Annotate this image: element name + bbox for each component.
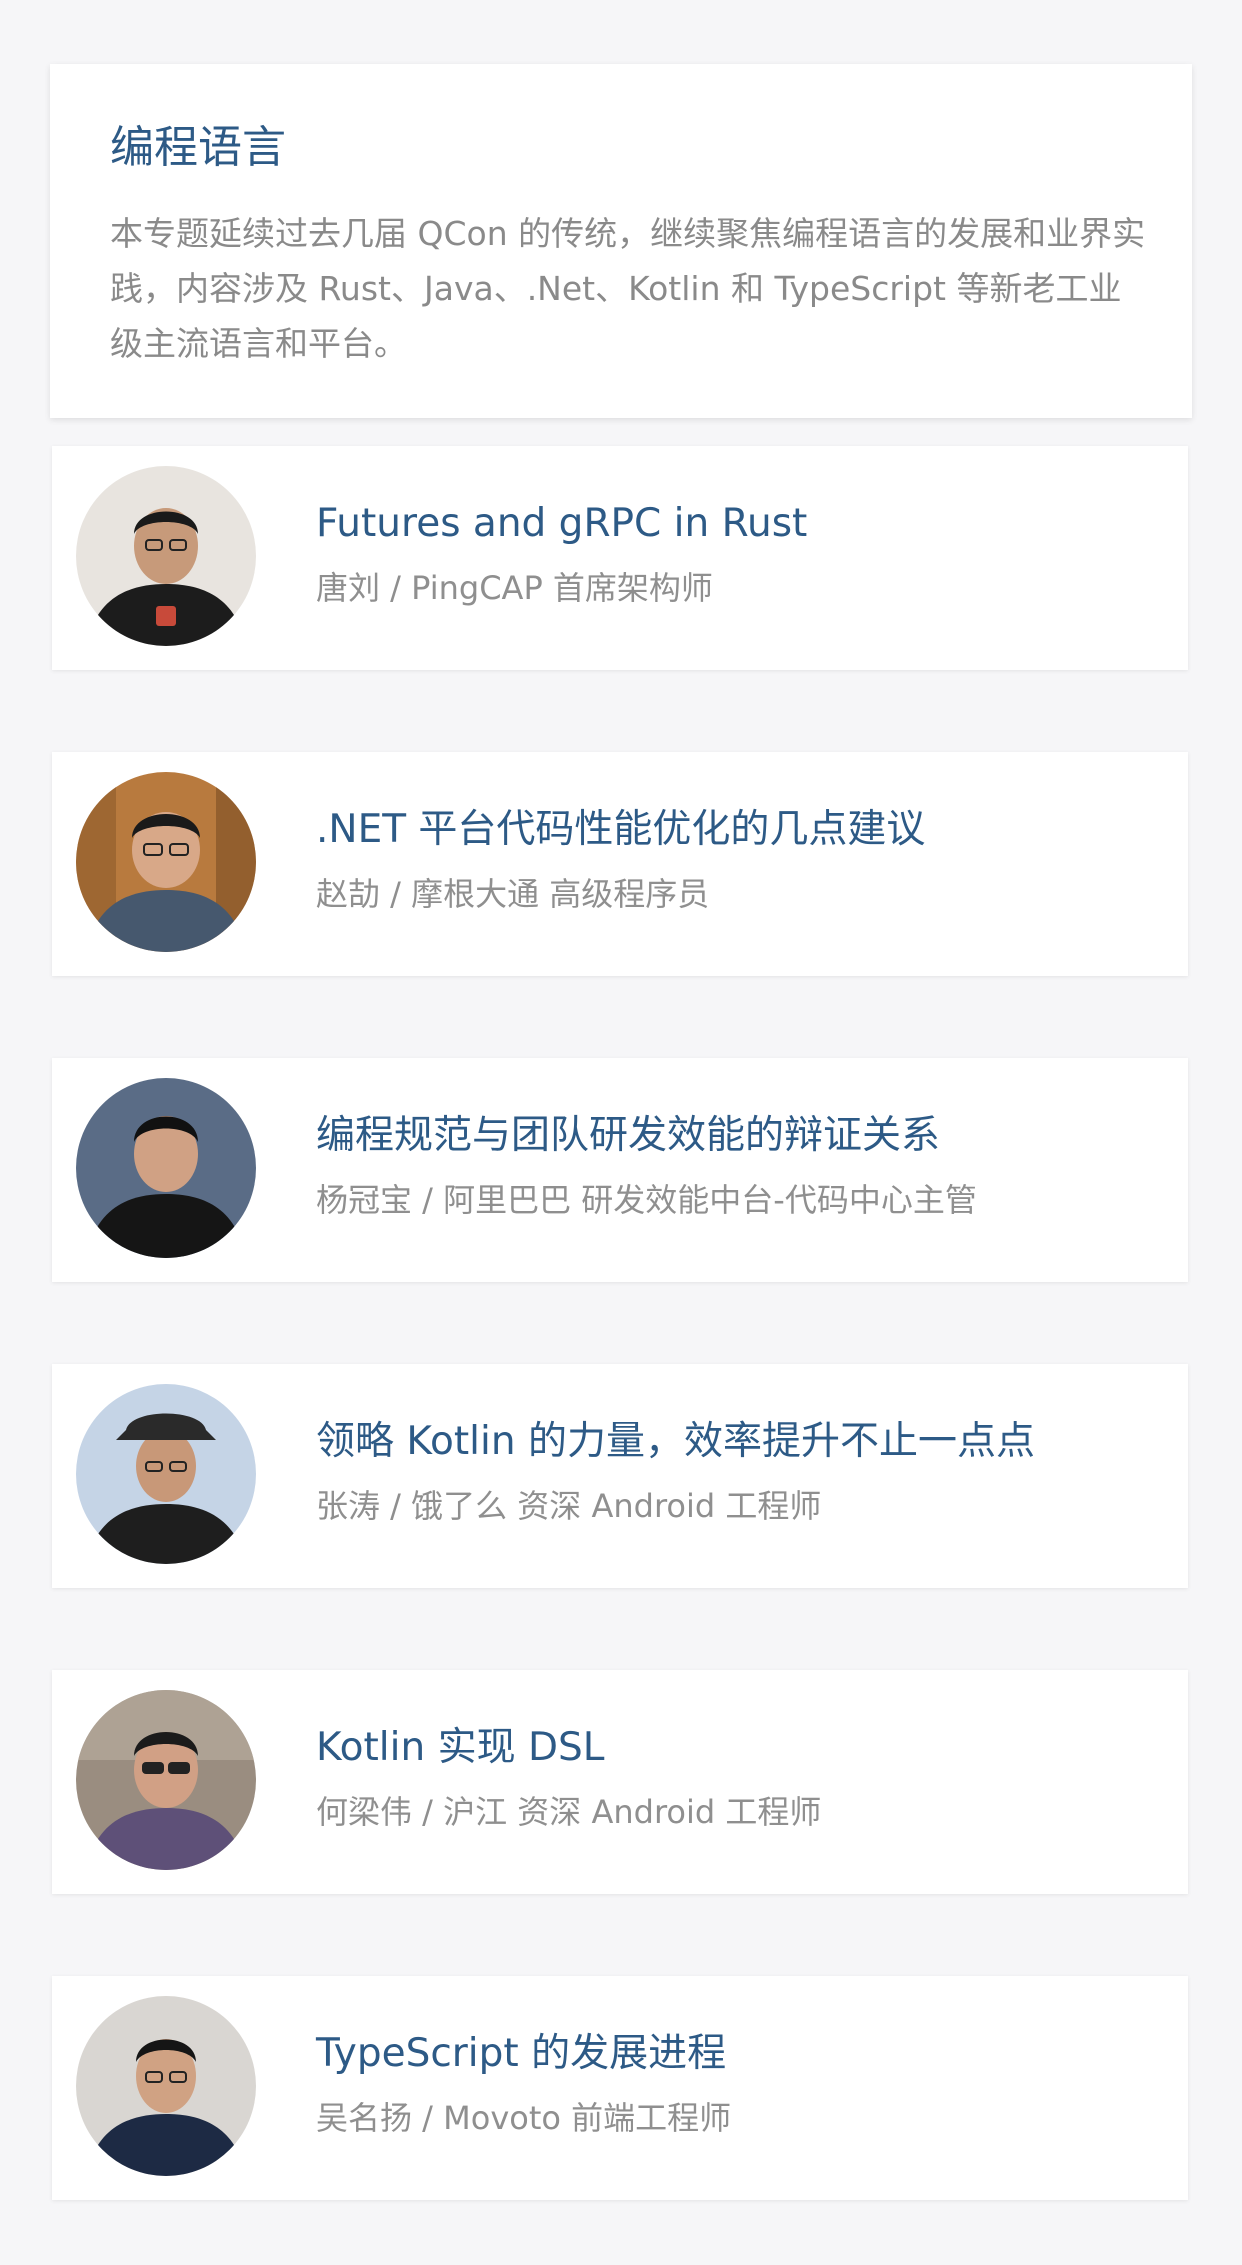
speaker-photo [76, 1996, 256, 2176]
talk-speaker: 杨冠宝 / 阿里巴巴 研发效能中台-代码中心主管 [316, 1181, 977, 1219]
talk-card[interactable]: Futures and gRPC in Rust 唐刘 / PingCAP 首席… [52, 446, 1188, 670]
talk-speaker: 何梁伟 / 沪江 资深 Android 工程师 [316, 1793, 822, 1831]
topic-title: 编程语言 [110, 122, 286, 173]
talk-title[interactable]: Futures and gRPC in Rust [316, 496, 807, 552]
talk-speaker: 赵劼 / 摩根大通 高级程序员 [316, 875, 710, 913]
talk-card[interactable]: .NET 平台代码性能优化的几点建议 赵劼 / 摩根大通 高级程序员 [52, 752, 1188, 976]
topic-description: 本专题延续过去几届 QCon 的传统，继续聚焦编程语言的发展和业界实践，内容涉及… [110, 214, 1146, 363]
speaker-avatar [76, 1078, 256, 1258]
talk-card[interactable]: TypeScript 的发展进程 吴名扬 / Movoto 前端工程师 [52, 1976, 1188, 2200]
speaker-photo [76, 1690, 256, 1870]
talk-card[interactable]: 编程规范与团队研发效能的辩证关系 杨冠宝 / 阿里巴巴 研发效能中台-代码中心主… [52, 1058, 1188, 1282]
speaker-photo [76, 772, 256, 952]
speaker-avatar [76, 1384, 256, 1564]
talk-title[interactable]: 编程规范与团队研发效能的辩证关系 [316, 1108, 940, 1164]
talk-speaker: 张涛 / 饿了么 资深 Android 工程师 [316, 1487, 822, 1525]
talk-title[interactable]: TypeScript 的发展进程 [316, 2026, 726, 2082]
talk-speaker: 吴名扬 / Movoto 前端工程师 [316, 2099, 732, 2137]
speaker-avatar [76, 1690, 256, 1870]
talk-title[interactable]: 领略 Kotlin 的力量，效率提升不止一点点 [316, 1414, 1035, 1470]
talk-speaker: 唐刘 / PingCAP 首席架构师 [316, 569, 713, 607]
topic-intro-card: 编程语言 本专题延续过去几届 QCon 的传统，继续聚焦编程语言的发展和业界实践… [50, 64, 1192, 418]
speaker-avatar [76, 772, 256, 952]
speaker-avatar [76, 1996, 256, 2176]
speaker-photo [76, 466, 256, 646]
talk-card[interactable]: Kotlin 实现 DSL 何梁伟 / 沪江 资深 Android 工程师 [52, 1670, 1188, 1894]
speaker-photo [76, 1384, 256, 1564]
speaker-avatar [76, 466, 256, 646]
speaker-photo [76, 1078, 256, 1258]
talk-card[interactable]: 领略 Kotlin 的力量，效率提升不止一点点 张涛 / 饿了么 资深 Andr… [52, 1364, 1188, 1588]
talk-title[interactable]: .NET 平台代码性能优化的几点建议 [316, 802, 925, 858]
talk-title[interactable]: Kotlin 实现 DSL [316, 1720, 604, 1776]
